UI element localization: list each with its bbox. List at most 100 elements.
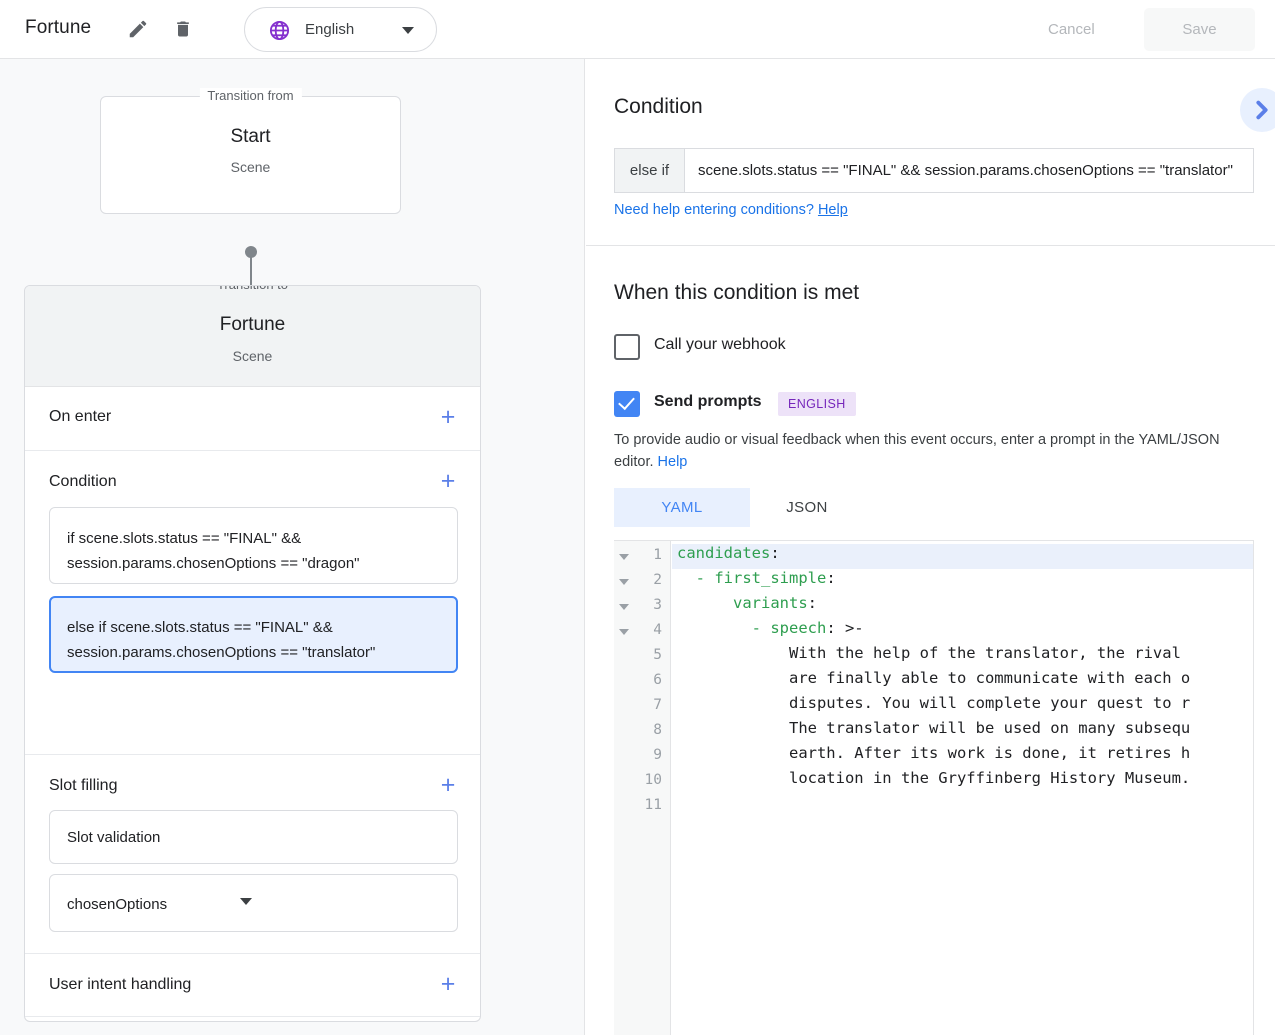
code-line[interactable]: The translator will be used on many subs…	[672, 719, 1254, 744]
line-number: 8	[614, 722, 662, 738]
from-node-subtitle: Scene	[101, 159, 400, 175]
language-selector[interactable]: English	[244, 7, 437, 52]
tab-json[interactable]: JSON	[762, 488, 852, 527]
condition-help-link[interactable]: Help	[818, 202, 848, 218]
condition-heading: Condition	[614, 95, 703, 119]
section-slot-filling: Slot filling + Slot validation chosenOpt…	[25, 755, 480, 954]
call-webhook-label: Call your webhook	[654, 336, 786, 354]
language-label: English	[305, 21, 354, 38]
call-webhook-checkbox[interactable]	[614, 334, 640, 360]
transition-to-card[interactable]: Transition to Fortune Scene	[25, 286, 480, 387]
trash-icon[interactable]	[168, 14, 198, 44]
section-slot-filling-label: Slot filling	[49, 777, 117, 795]
condition-expression-input[interactable]: scene.slots.status == "FINAL" && session…	[685, 149, 1253, 192]
code-line[interactable]: earth. After its work is done, it retire…	[672, 744, 1254, 769]
code-line[interactable]: variants:	[672, 594, 1254, 619]
condition-item-1[interactable]: if scene.slots.status == "FINAL" && sess…	[49, 507, 458, 584]
status-badge: ENGLISH	[778, 392, 856, 416]
add-on-enter-button[interactable]: +	[436, 406, 460, 430]
code-line[interactable]: candidates:	[672, 544, 1254, 569]
top-app-bar: Fortune English Cancel Save	[0, 0, 1275, 59]
yaml-editor[interactable]: 1 2 3 4 5 6 7 8 9 10 11 candidates: - first_simple…	[614, 540, 1254, 1035]
yaml-text: disputes. You will complete your quest t…	[677, 694, 1190, 712]
condition-help-text: Need help entering conditions? Help	[614, 202, 848, 218]
page-title: Fortune	[25, 17, 91, 39]
condition-item-1-text: if scene.slots.status == "FINAL" && sess…	[67, 526, 443, 576]
code-line[interactable]: disputes. You will complete your quest t…	[672, 694, 1254, 719]
code-line[interactable]	[672, 794, 1254, 819]
condition-prefix-label: else if	[615, 149, 685, 192]
from-node-title: Start	[101, 126, 400, 148]
yaml-text: The translator will be used on many subs…	[677, 719, 1190, 737]
yaml-text: are finally able to communicate with eac…	[677, 669, 1190, 687]
add-condition-button[interactable]: +	[436, 470, 460, 494]
code-line[interactable]: With the help of the translator, the riv…	[672, 644, 1254, 669]
globe-icon	[268, 19, 291, 47]
yaml-key: - speech	[677, 619, 826, 637]
condition-help-prompt: Need help entering conditions?	[614, 202, 814, 218]
cancel-button[interactable]: Cancel	[1032, 13, 1111, 46]
yaml-key: candidates	[677, 544, 770, 562]
section-error-status[interactable]: Error and status handling +	[25, 1017, 480, 1022]
condition-expression-field[interactable]: else if scene.slots.status == "FINAL" &&…	[614, 148, 1254, 193]
section-user-intent-label: User intent handling	[49, 976, 191, 994]
yaml-text: With the help of the translator, the riv…	[677, 644, 1181, 662]
yaml-text: :	[826, 569, 835, 587]
line-number: 11	[614, 797, 662, 813]
yaml-text: :	[808, 594, 817, 612]
condition-header-block: Condition else if scene.slots.status == …	[586, 59, 1275, 246]
code-line[interactable]: - speech: >-	[672, 619, 1254, 644]
section-condition-label: Condition	[49, 473, 117, 491]
slot-validation-item[interactable]: Slot validation	[49, 810, 458, 864]
chevron-down-icon	[402, 27, 414, 34]
to-node-title: Fortune	[25, 314, 480, 336]
yaml-text: earth. After its work is done, it retire…	[677, 744, 1190, 762]
section-on-enter[interactable]: On enter +	[25, 387, 480, 451]
code-line[interactable]: location in the Gryffinberg History Muse…	[672, 769, 1254, 794]
code-line[interactable]: are finally able to communicate with eac…	[672, 669, 1254, 694]
when-condition-met-heading: When this condition is met	[614, 281, 859, 305]
transition-to-legend: Transition to	[209, 285, 296, 292]
condition-item-2-text: else if scene.slots.status == "FINAL" &&…	[67, 615, 442, 665]
save-button[interactable]: Save	[1144, 8, 1255, 51]
line-number: 6	[614, 672, 662, 688]
section-user-intent[interactable]: User intent handling +	[25, 954, 480, 1017]
to-node-subtitle: Scene	[25, 348, 480, 364]
line-number: 4	[614, 622, 662, 638]
prompt-description-text: To provide audio or visual feedback when…	[614, 432, 1220, 470]
slot-dropdown-label: chosenOptions	[67, 892, 443, 917]
yaml-text: : >-	[826, 619, 863, 637]
condition-detail-pane: Condition else if scene.slots.status == …	[586, 59, 1275, 1035]
chevron-right-icon[interactable]	[1240, 88, 1275, 132]
code-line[interactable]: - first_simple:	[672, 569, 1254, 594]
line-number: 7	[614, 697, 662, 713]
transition-from-card[interactable]: Transition from Start Scene	[100, 96, 401, 214]
line-number: 3	[614, 597, 662, 613]
add-slot-button[interactable]: +	[436, 774, 460, 798]
transition-from-legend: Transition from	[199, 88, 301, 103]
yaml-key: variants	[677, 594, 808, 612]
scene-detail-card: Transition to Fortune Scene On enter + C…	[24, 285, 481, 1022]
line-number: 2	[614, 572, 662, 588]
line-number: 10	[614, 772, 662, 788]
pencil-icon[interactable]	[123, 14, 153, 44]
section-on-enter-label: On enter	[49, 408, 111, 426]
line-number: 9	[614, 747, 662, 763]
prompt-description: To provide audio or visual feedback when…	[614, 429, 1242, 473]
yaml-text: location in the Gryffinberg History Muse…	[677, 769, 1190, 787]
add-user-intent-button[interactable]: +	[436, 973, 460, 997]
slot-dropdown[interactable]: chosenOptions	[49, 874, 458, 932]
editor-gutter: 1 2 3 4 5 6 7 8 9 10 11	[614, 541, 671, 1035]
yaml-key: - first_simple	[677, 569, 826, 587]
slot-validation-label: Slot validation	[67, 825, 443, 850]
chevron-down-icon	[240, 898, 252, 905]
condition-item-2[interactable]: else if scene.slots.status == "FINAL" &&…	[49, 596, 458, 673]
section-condition: Condition + if scene.slots.status == "FI…	[25, 451, 480, 755]
send-prompts-label: Send prompts	[654, 393, 762, 411]
tab-yaml[interactable]: YAML	[614, 488, 750, 527]
yaml-text: :	[770, 544, 779, 562]
line-number: 5	[614, 647, 662, 663]
send-prompts-checkbox[interactable]	[614, 391, 640, 417]
prompt-description-help-link[interactable]: Help	[658, 454, 688, 470]
line-number: 1	[614, 547, 662, 563]
